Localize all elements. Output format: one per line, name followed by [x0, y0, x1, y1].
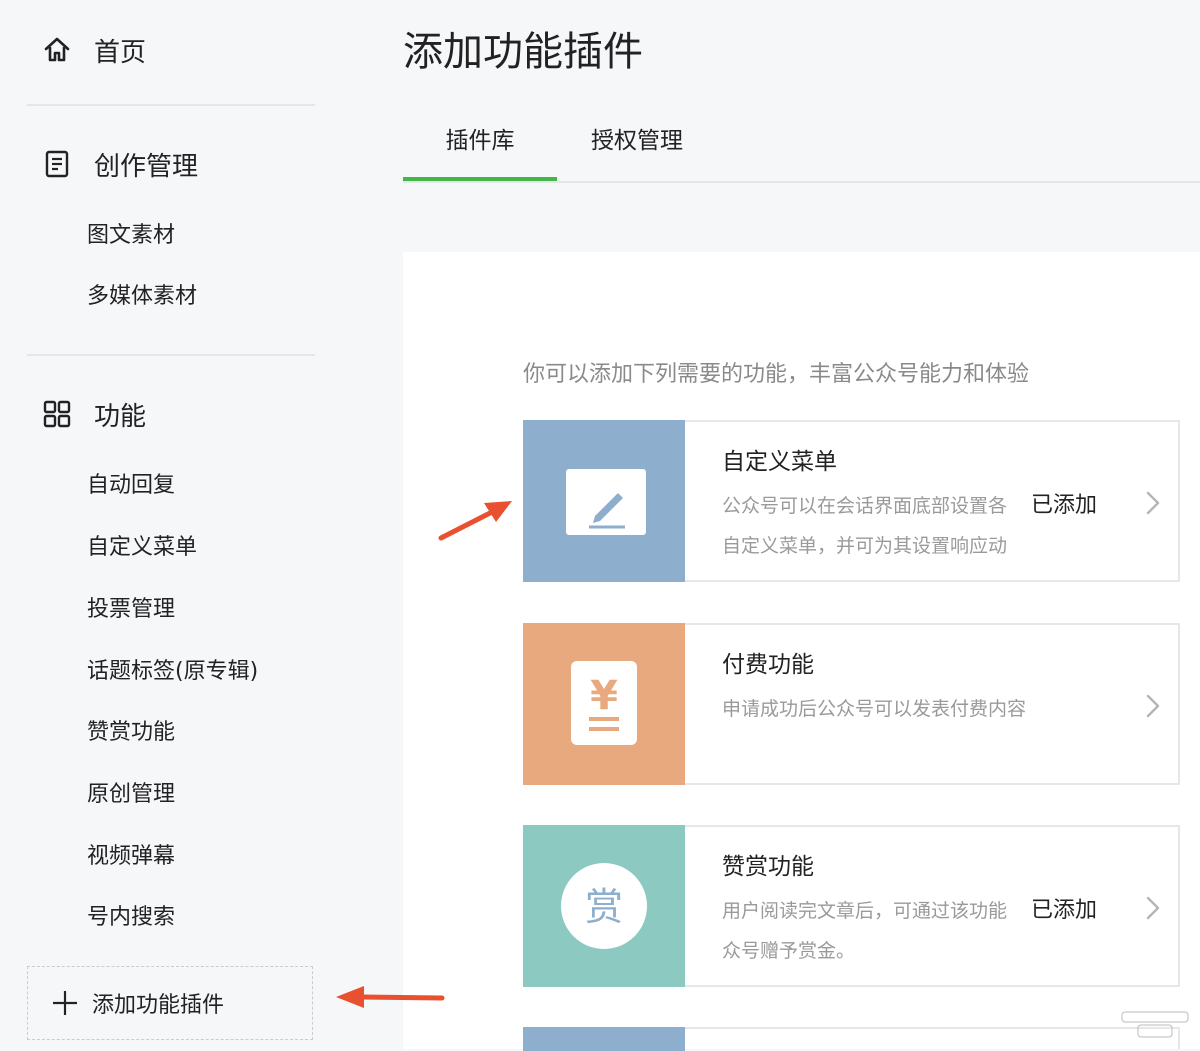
sidebar-item-reward[interactable]: 赞赏功能: [87, 716, 175, 750]
reward-glyph: 赏: [585, 885, 623, 929]
plugin-name: 赞赏功能: [722, 854, 814, 880]
reward-icon: 赏: [561, 863, 647, 949]
plugin-description: 用户阅读完文章后，可通过该功能 众号赠予赏金。: [722, 891, 1034, 971]
sidebar-item-articles[interactable]: 图文素材: [87, 219, 175, 253]
plus-icon: [53, 991, 77, 1015]
page-title: 添加功能插件: [403, 29, 643, 75]
plugin-card-custom-menu[interactable]: 自定义菜单 公众号可以在会话界面底部设置各 自定义菜单，并可为其设置响应动 已添…: [523, 420, 1180, 582]
plugin-description-line: 申请成功后公众号可以发表付费内容: [722, 698, 1027, 720]
plugin-card-paid[interactable]: ¥ 付费功能 申请成功后公众号可以发表付费内容: [523, 623, 1180, 785]
chevron-right-icon: [1146, 896, 1160, 920]
pencil-icon: [566, 469, 646, 535]
sidebar-item-custom-menu[interactable]: 自定义菜单: [87, 531, 197, 565]
plugin-panel: 你可以添加下列需要的功能，丰富公众号能力和体验 自定义菜单 公众号可以在会话界面…: [403, 252, 1200, 1051]
plugin-name: 付费功能: [722, 652, 814, 678]
plugin-status-added: 已添加: [1031, 493, 1098, 518]
grid-icon: [43, 400, 71, 428]
sidebar-section-features-label: 功能: [94, 401, 147, 432]
tab-authorization[interactable]: 授权管理: [577, 110, 697, 181]
chevron-right-icon: [1146, 694, 1160, 718]
tab-bar: 插件库 授权管理: [403, 110, 1200, 183]
plugin-thumb: [523, 420, 685, 582]
sidebar-divider: [27, 104, 315, 106]
plugin-intro-text: 你可以添加下列需要的功能，丰富公众号能力和体验: [523, 362, 1030, 387]
plugin-description: 公众号可以在会话界面底部设置各 自定义菜单，并可为其设置响应动: [722, 486, 1034, 566]
sidebar-item-topic-tags[interactable]: 话题标签(原专辑): [87, 655, 258, 689]
chevron-right-icon: [1146, 491, 1160, 515]
plugin-description-line: 众号赠予赏金。: [722, 940, 856, 962]
sidebar-item-vote[interactable]: 投票管理: [87, 593, 175, 627]
sidebar-section-creation: 创作管理: [42, 142, 198, 186]
watermark-logo-icon: [1121, 1011, 1189, 1038]
plugin-thumb: ¥: [523, 623, 685, 785]
home-icon: [44, 37, 70, 62]
sidebar-item-video-danmaku[interactable]: 视频弹幕: [87, 840, 175, 874]
sidebar-item-home-label: 首页: [94, 37, 147, 68]
sidebar-item-auto-reply[interactable]: 自动回复: [87, 469, 175, 503]
plugin-description-line: 公众号可以在会话界面底部设置各: [722, 495, 1008, 517]
plugin-status-added: 已添加: [1031, 898, 1098, 923]
add-plugin-label: 添加功能插件: [92, 993, 225, 1018]
sidebar-item-media[interactable]: 多媒体素材: [87, 280, 197, 314]
document-icon: [45, 150, 69, 178]
add-plugin-button[interactable]: 添加功能插件: [27, 966, 313, 1040]
plugin-description: 申请成功后公众号可以发表付费内容: [722, 689, 1082, 729]
sidebar-item-home[interactable]: 首页: [42, 28, 146, 72]
plugin-description-line: 自定义菜单，并可为其设置响应动: [722, 535, 1008, 557]
plugin-name: 自定义菜单: [722, 449, 837, 475]
plugin-thumb: [523, 1027, 685, 1051]
sidebar-section-creation-label: 创作管理: [94, 151, 199, 182]
sidebar-item-original[interactable]: 原创管理: [87, 778, 175, 812]
plugin-card-partial[interactable]: [523, 1027, 1180, 1051]
plugin-card-reward[interactable]: 赏 赞赏功能 用户阅读完文章后，可通过该功能 众号赠予赏金。 已添加: [523, 825, 1180, 987]
yuan-icon: ¥: [571, 661, 637, 745]
yuan-glyph: ¥: [590, 673, 618, 719]
plugin-thumb: 赏: [523, 825, 685, 987]
plugin-description-line: 用户阅读完文章后，可通过该功能: [722, 900, 1008, 922]
sidebar: 首页 创作管理 图文素材 多媒体素材 功能 自动回复 自定义菜单 投票管理 话题…: [0, 0, 340, 1049]
tab-plugin-library[interactable]: 插件库: [403, 110, 557, 181]
sidebar-divider: [27, 354, 315, 356]
sidebar-section-features: 功能: [42, 392, 146, 436]
sidebar-item-search[interactable]: 号内搜索: [87, 901, 175, 935]
